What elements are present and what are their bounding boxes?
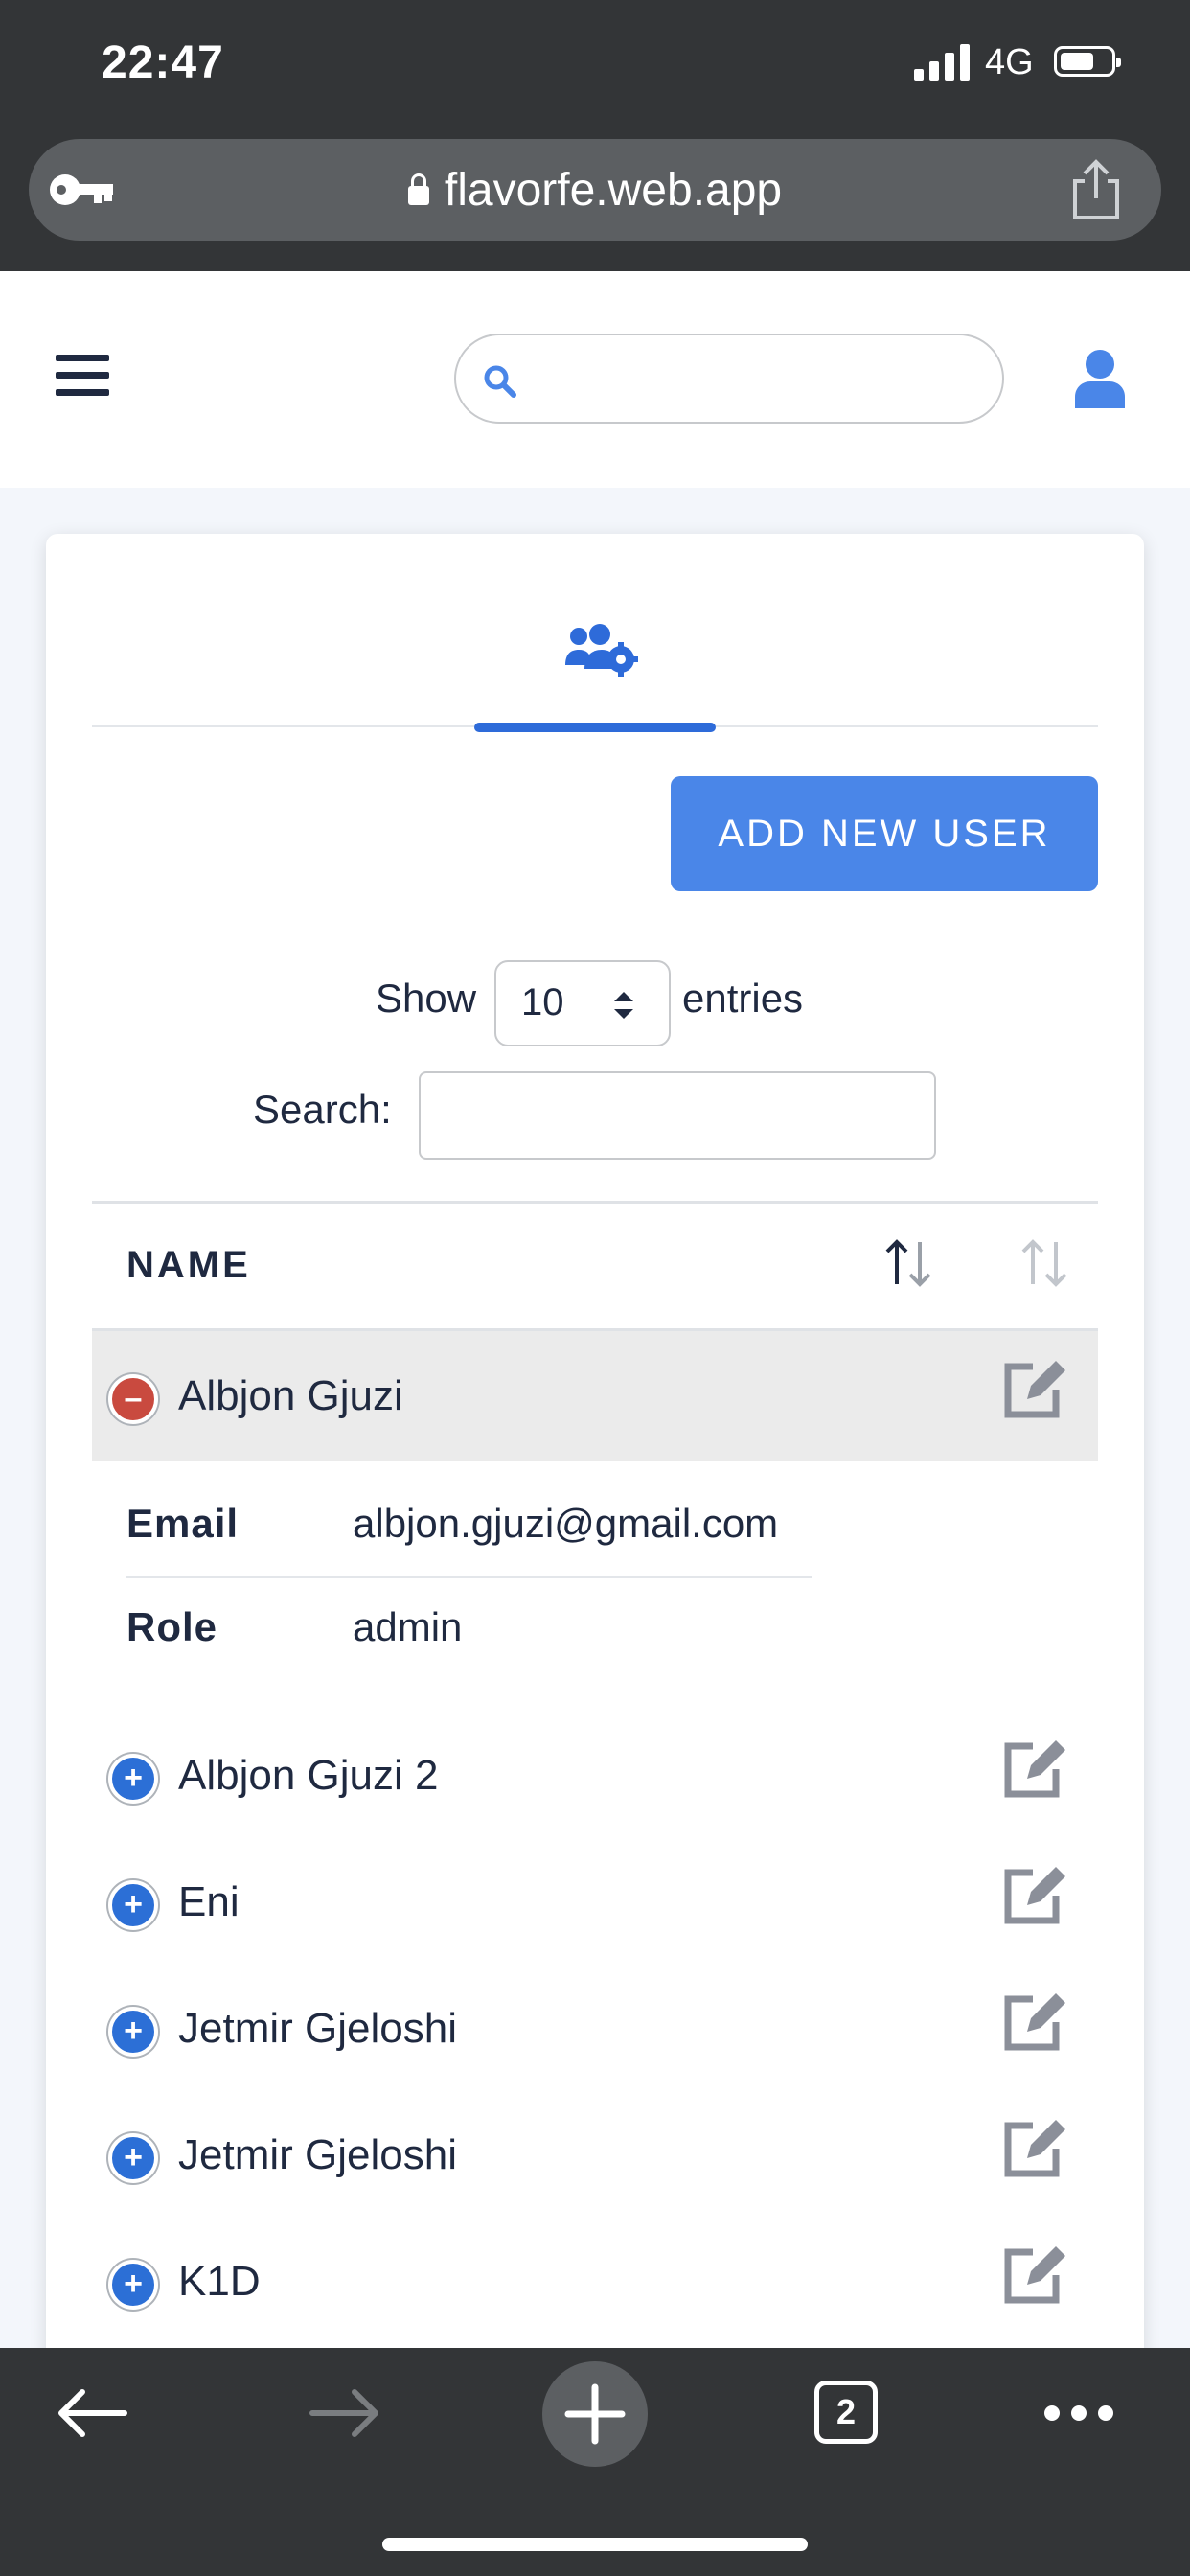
table-search-label: Search: — [253, 1087, 392, 1132]
table-row[interactable]: Jetmir Gjeloshi — [178, 2005, 457, 2053]
tabs-count-button[interactable]: 2 — [814, 2380, 878, 2444]
add-new-user-button[interactable]: ADD NEW USER — [671, 776, 1098, 891]
new-tab-button[interactable] — [542, 2361, 648, 2467]
address-bar[interactable]: flavorfe.web.app — [29, 139, 1161, 241]
share-icon[interactable] — [1067, 158, 1125, 221]
status-time: 22:47 — [102, 37, 224, 88]
table-row[interactable]: Eni — [178, 1878, 240, 1926]
expand-row-icon[interactable]: + — [108, 1880, 158, 1930]
entries-label: entries — [682, 976, 804, 1021]
collapse-row-icon[interactable]: – — [108, 1374, 158, 1424]
expand-row-icon[interactable]: + — [108, 1754, 158, 1804]
show-label: Show — [376, 976, 477, 1021]
url-text[interactable]: flavorfe.web.app — [445, 164, 782, 217]
signal-icon — [914, 42, 970, 80]
tab-users-active-indicator — [474, 723, 716, 732]
select-arrows-icon — [614, 992, 633, 1019]
expand-row-icon[interactable]: + — [108, 2133, 158, 2183]
table-row[interactable]: K1D — [178, 2258, 261, 2306]
edit-icon[interactable] — [1000, 1357, 1069, 1420]
edit-icon[interactable] — [1000, 1736, 1069, 1800]
header-search-input[interactable] — [454, 334, 1004, 424]
entries-select[interactable]: 10 — [494, 960, 671, 1046]
row-name: Albjon Gjuzi — [178, 1372, 403, 1419]
sort-icon[interactable] — [881, 1236, 935, 1290]
name-column-header[interactable]: NAME — [126, 1244, 251, 1287]
plus-icon — [564, 2383, 626, 2445]
email-label: Email — [126, 1501, 240, 1546]
role-label: Role — [126, 1604, 218, 1649]
lock-icon — [407, 173, 429, 205]
home-indicator — [382, 2538, 808, 2551]
edit-icon[interactable] — [1000, 1863, 1069, 1926]
table-top-border — [92, 1201, 1098, 1204]
key-icon[interactable] — [48, 171, 113, 209]
forward-arrow-icon[interactable] — [307, 2384, 383, 2442]
table-search-input[interactable] — [419, 1071, 936, 1160]
battery-icon — [1054, 46, 1121, 77]
expand-row-icon[interactable]: + — [108, 2260, 158, 2310]
table-row[interactable]: Albjon Gjuzi 2 — [178, 1752, 438, 1800]
sort-icon[interactable] — [1018, 1236, 1071, 1290]
expand-row-icon[interactable]: + — [108, 2007, 158, 2057]
table-row[interactable]: Jetmir Gjeloshi — [178, 2131, 457, 2179]
detail-divider — [126, 1576, 812, 1578]
edit-icon[interactable] — [1000, 2242, 1069, 2306]
entries-value: 10 — [521, 981, 564, 1024]
network-label: 4G — [985, 42, 1034, 82]
users-cog-icon[interactable] — [563, 623, 640, 680]
edit-icon[interactable] — [1000, 1990, 1069, 2053]
edit-icon[interactable] — [1000, 2116, 1069, 2179]
more-icon[interactable] — [1041, 2402, 1117, 2425]
menu-icon[interactable] — [56, 355, 109, 397]
role-value: admin — [353, 1604, 463, 1649]
email-value: albjon.gjuzi@gmail.com — [353, 1501, 779, 1546]
search-icon — [484, 365, 516, 398]
back-arrow-icon[interactable] — [54, 2384, 130, 2442]
user-icon[interactable] — [1073, 349, 1127, 408]
